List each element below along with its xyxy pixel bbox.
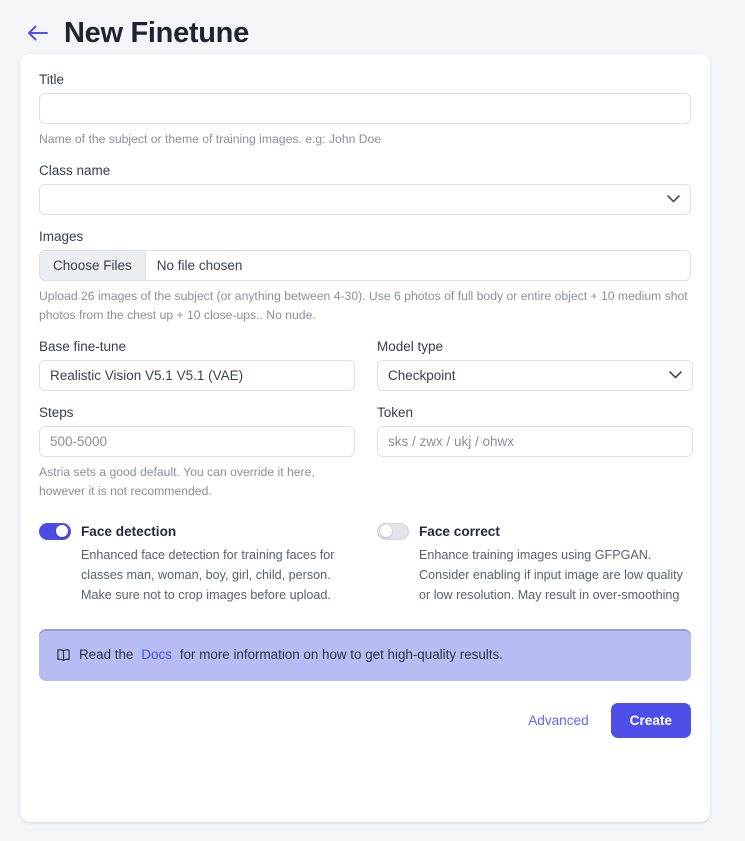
choose-files-button[interactable]: Choose Files (40, 251, 146, 280)
face-detection-description: Enhanced face detection for training fac… (81, 545, 355, 606)
model-row: Base fine-tune Model type (39, 339, 691, 391)
steps-token-row: Steps Astria sets a good default. You ca… (39, 405, 691, 501)
face-correct-toggle[interactable] (377, 523, 409, 540)
back-arrow-icon[interactable] (24, 19, 52, 47)
toggle-row: Face detection Enhanced face detection f… (39, 523, 691, 606)
class-name-field-group: Class name (39, 163, 691, 215)
file-status-text: No file chosen (146, 251, 243, 280)
page-title: New Finetune (64, 19, 249, 48)
banner-text-before: Read the (79, 647, 133, 662)
base-finetune-field-group: Base fine-tune (39, 339, 355, 391)
model-type-field-group: Model type (377, 339, 693, 391)
book-icon (56, 648, 71, 662)
images-hint: Upload 26 images of the subject (or anyt… (39, 287, 691, 325)
toggle-knob (56, 525, 68, 537)
images-field-group: Images Choose Files No file chosen Uploa… (39, 229, 691, 325)
model-type-input[interactable] (377, 360, 693, 391)
toggle-knob (380, 525, 392, 537)
page-header: New Finetune (0, 0, 745, 52)
base-finetune-input[interactable] (39, 360, 355, 391)
title-field-group: Title Name of the subject or theme of tr… (39, 72, 691, 149)
steps-label: Steps (39, 405, 355, 420)
token-field-group: Token (377, 405, 693, 501)
face-detection-label: Face detection (81, 524, 176, 539)
finetune-form-card: Title Name of the subject or theme of tr… (20, 54, 710, 822)
create-button[interactable]: Create (611, 703, 691, 738)
class-name-input[interactable] (39, 184, 691, 215)
docs-link[interactable]: Docs (141, 647, 172, 662)
docs-banner: Read the Docs for more information on ho… (39, 629, 691, 681)
images-label: Images (39, 229, 691, 244)
token-label: Token (377, 405, 693, 420)
form-footer: Advanced Create (20, 681, 710, 738)
title-input[interactable] (39, 93, 691, 124)
new-finetune-page: New Finetune Title Name of the subject o… (0, 0, 745, 841)
steps-field-group: Steps Astria sets a good default. You ca… (39, 405, 355, 501)
banner-text-after: for more information on how to get high-… (180, 647, 503, 662)
advanced-link[interactable]: Advanced (528, 713, 588, 728)
face-detection-group: Face detection Enhanced face detection f… (39, 523, 355, 606)
face-correct-description: Enhance training images using GFPGAN. Co… (419, 545, 693, 606)
title-hint: Name of the subject or theme of training… (39, 130, 691, 149)
class-name-label: Class name (39, 163, 691, 178)
steps-hint: Astria sets a good default. You can over… (39, 463, 355, 501)
face-correct-label: Face correct (419, 524, 500, 539)
base-finetune-label: Base fine-tune (39, 339, 355, 354)
face-correct-group: Face correct Enhance training images usi… (377, 523, 693, 606)
title-label: Title (39, 72, 691, 87)
steps-input[interactable] (39, 426, 355, 457)
docs-banner-text: Read the Docs for more information on ho… (56, 647, 503, 662)
file-input-row[interactable]: Choose Files No file chosen (39, 250, 691, 281)
face-detection-toggle[interactable] (39, 523, 71, 540)
token-input[interactable] (377, 426, 693, 457)
model-type-label: Model type (377, 339, 693, 354)
